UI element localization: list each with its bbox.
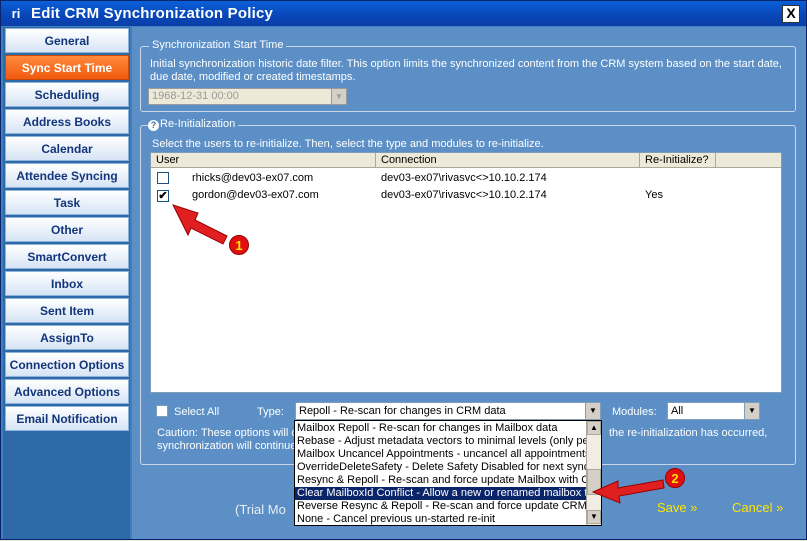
annotation-badge-2: 2 [665,468,685,488]
arrow-1-icon [172,204,228,245]
annotation-badge-1: 1 [229,235,249,255]
annotation-overlay [172,204,665,504]
policy-window: ri Edit CRM Synchronization Policy X Gen… [0,0,807,540]
arrow-2-icon [591,479,665,504]
